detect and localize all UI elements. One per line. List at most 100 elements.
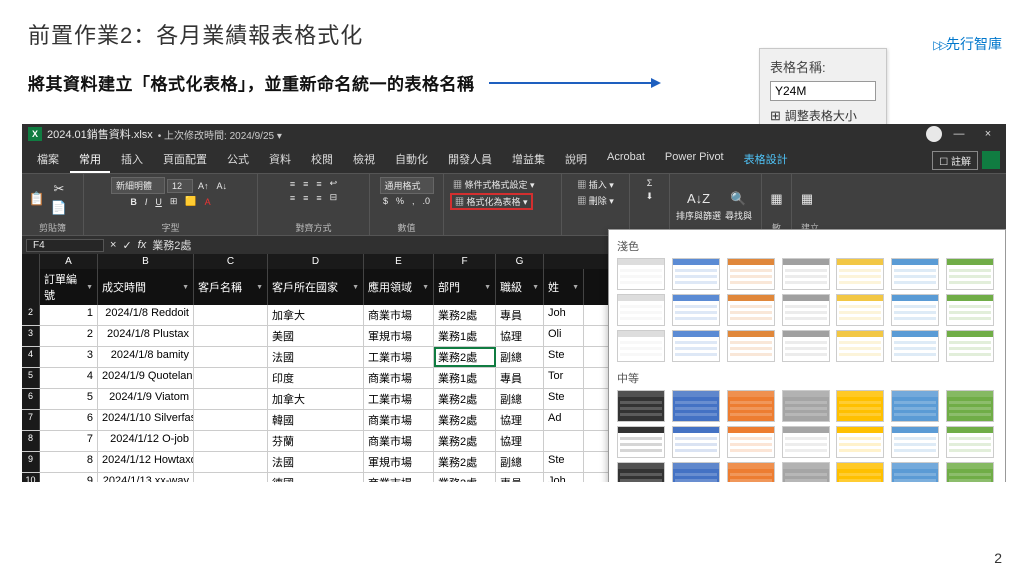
table-header[interactable]: 職級▼: [496, 269, 544, 305]
ribbon-tab[interactable]: 自動化: [386, 147, 437, 173]
fill-color-icon[interactable]: 🟨: [182, 195, 199, 208]
table-style-swatch[interactable]: [727, 390, 775, 422]
comment-button[interactable]: ☐ 註解: [932, 151, 978, 170]
wrap-icon[interactable]: ↩: [327, 177, 341, 190]
ribbon-tab[interactable]: Power Pivot: [656, 147, 733, 173]
table-style-swatch[interactable]: [782, 462, 830, 482]
table-style-swatch[interactable]: [672, 462, 720, 482]
font-size-select[interactable]: 12: [167, 179, 193, 193]
font-name-select[interactable]: 新細明體: [111, 177, 165, 194]
align-top-icon[interactable]: ≡: [287, 178, 298, 190]
table-style-swatch[interactable]: [617, 426, 665, 458]
table-style-swatch[interactable]: [672, 294, 720, 326]
table-style-swatch[interactable]: [617, 330, 665, 362]
table-style-swatch[interactable]: [727, 294, 775, 326]
ribbon-tab[interactable]: 資料: [260, 147, 300, 173]
border-icon[interactable]: ⊞: [167, 195, 181, 208]
conditional-format-button[interactable]: ▦ 條件式格式設定 ▾: [450, 177, 538, 192]
autosum-icon[interactable]: Σ: [644, 177, 656, 189]
insert-cells-button[interactable]: ▦ 插入 ▾: [574, 177, 617, 192]
number-format-select[interactable]: 通用格式: [380, 177, 434, 194]
name-box[interactable]: F4: [26, 239, 104, 252]
table-style-swatch[interactable]: [946, 258, 994, 290]
font-decrease-icon[interactable]: A↓: [214, 180, 231, 192]
minimize-button[interactable]: —: [947, 128, 971, 140]
column-header[interactable]: G: [496, 254, 544, 269]
table-name-input[interactable]: [770, 81, 876, 101]
fx-cancel-icon[interactable]: ×: [110, 239, 116, 251]
percent-icon[interactable]: %: [393, 195, 407, 207]
merge-icon[interactable]: ⊟: [327, 191, 341, 204]
fx-confirm-icon[interactable]: ✓: [122, 239, 131, 252]
table-style-swatch[interactable]: [782, 390, 830, 422]
table-style-swatch[interactable]: [727, 330, 775, 362]
formula-value[interactable]: 業務2處: [152, 237, 191, 253]
ribbon-tab[interactable]: 常用: [70, 147, 110, 173]
ribbon-tab[interactable]: 檔案: [28, 147, 68, 173]
table-style-swatch[interactable]: [617, 390, 665, 422]
table-style-swatch[interactable]: [782, 330, 830, 362]
ribbon-tab[interactable]: 增益集: [503, 147, 554, 173]
ribbon-tab[interactable]: 表格設計: [735, 147, 797, 173]
table-style-swatch[interactable]: [836, 462, 884, 482]
ribbon-tab[interactable]: 公式: [218, 147, 258, 173]
table-style-swatch[interactable]: [672, 258, 720, 290]
column-header[interactable]: B: [98, 254, 194, 269]
avatar-icon[interactable]: [926, 126, 942, 142]
ribbon-tab[interactable]: 說明: [556, 147, 596, 173]
ribbon-tab[interactable]: Acrobat: [598, 147, 654, 173]
column-header[interactable]: E: [364, 254, 434, 269]
table-style-swatch[interactable]: [946, 294, 994, 326]
fx-icon[interactable]: fx: [138, 239, 147, 251]
table-style-swatch[interactable]: [946, 390, 994, 422]
table-style-swatch[interactable]: [836, 426, 884, 458]
italic-icon[interactable]: I: [142, 196, 151, 208]
table-style-swatch[interactable]: [891, 294, 939, 326]
align-right-icon[interactable]: ≡: [313, 192, 324, 204]
table-style-swatch[interactable]: [727, 462, 775, 482]
paste-icon[interactable]: 📋: [28, 190, 46, 208]
table-style-swatch[interactable]: [946, 330, 994, 362]
resize-table-button[interactable]: 調整表格大小: [770, 107, 876, 124]
table-style-swatch[interactable]: [891, 330, 939, 362]
table-header[interactable]: 客戶名稱▼: [194, 269, 268, 305]
ribbon-tab[interactable]: 校閱: [302, 147, 342, 173]
comma-icon[interactable]: ,: [409, 195, 418, 207]
table-style-swatch[interactable]: [836, 330, 884, 362]
table-style-swatch[interactable]: [727, 426, 775, 458]
find-icon[interactable]: 🔍: [730, 190, 748, 208]
table-style-swatch[interactable]: [672, 330, 720, 362]
table-header[interactable]: 應用領域▼: [364, 269, 434, 305]
table-style-swatch[interactable]: [836, 258, 884, 290]
table-style-swatch[interactable]: [617, 294, 665, 326]
align-left-icon[interactable]: ≡: [287, 192, 298, 204]
font-increase-icon[interactable]: A↑: [195, 180, 212, 192]
select-all-corner[interactable]: [22, 254, 40, 269]
table-style-swatch[interactable]: [946, 426, 994, 458]
font-color-icon[interactable]: A: [202, 196, 214, 208]
table-header[interactable]: 部門▼: [434, 269, 496, 305]
align-bot-icon[interactable]: ≡: [313, 178, 324, 190]
underline-icon[interactable]: U: [152, 196, 165, 208]
format-as-table-button[interactable]: ▦ 格式化為表格 ▾: [450, 193, 533, 210]
dec-inc-icon[interactable]: .0: [420, 195, 434, 207]
table-header[interactable]: 姓▼: [544, 269, 584, 305]
table-style-swatch[interactable]: [836, 390, 884, 422]
table-style-swatch[interactable]: [617, 258, 665, 290]
table-style-swatch[interactable]: [836, 294, 884, 326]
align-mid-icon[interactable]: ≡: [300, 178, 311, 190]
bold-icon[interactable]: B: [127, 196, 140, 208]
ribbon-tab[interactable]: 開發人員: [439, 147, 501, 173]
table-header[interactable]: 訂單編號▼: [40, 269, 98, 305]
table-style-swatch[interactable]: [891, 462, 939, 482]
ribbon-tab[interactable]: 頁面配置: [154, 147, 216, 173]
table-style-swatch[interactable]: [617, 462, 665, 482]
column-header[interactable]: A: [40, 254, 98, 269]
table-style-swatch[interactable]: [891, 258, 939, 290]
table-style-swatch[interactable]: [727, 258, 775, 290]
close-button[interactable]: ×: [976, 128, 1000, 140]
table-style-swatch[interactable]: [782, 258, 830, 290]
table-header[interactable]: 客戶所在國家▼: [268, 269, 364, 305]
addin-icon[interactable]: ▦: [798, 190, 816, 208]
cut-icon[interactable]: ✂: [50, 180, 68, 198]
